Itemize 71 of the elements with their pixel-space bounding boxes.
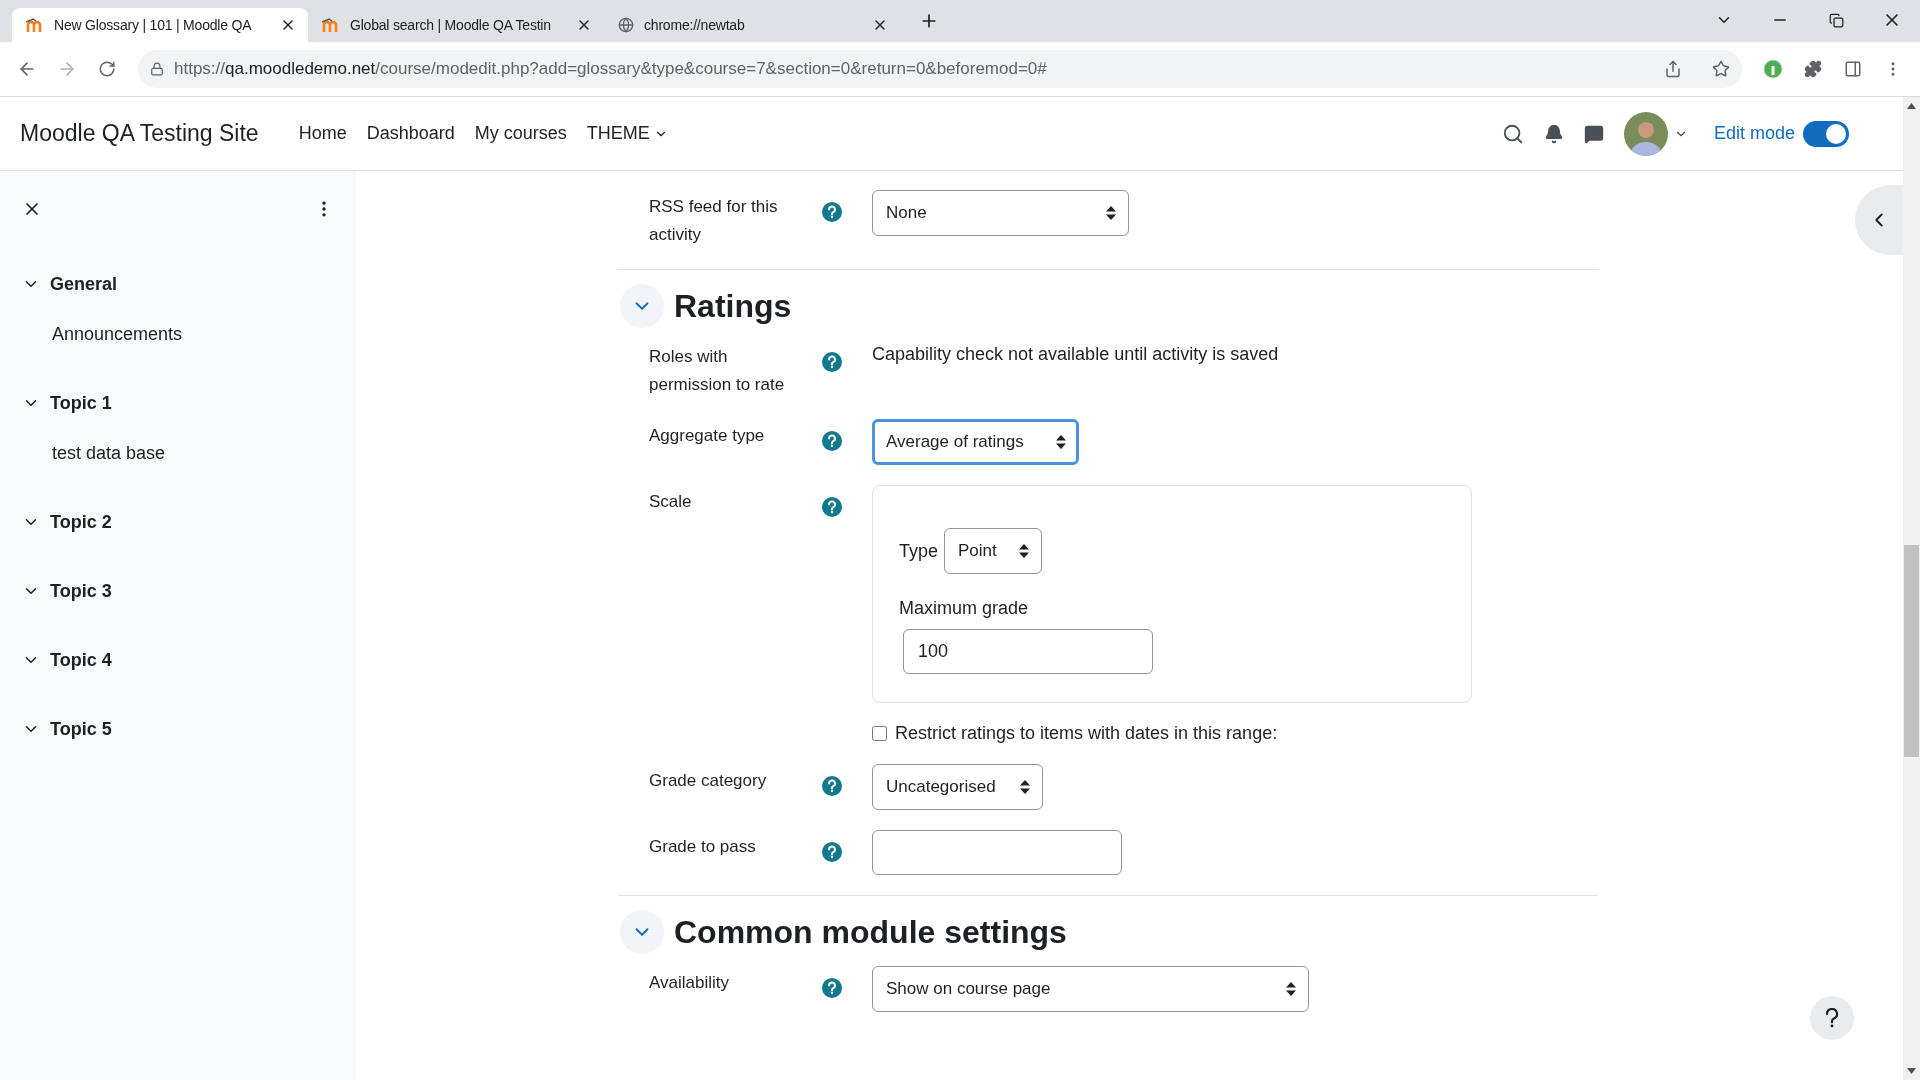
scrollbar-thumb[interactable] <box>1904 545 1919 757</box>
help-icon[interactable] <box>822 352 842 372</box>
help-icon[interactable] <box>822 431 842 451</box>
reload-icon[interactable] <box>98 60 116 78</box>
chat-icon[interactable] <box>1583 123 1604 144</box>
sidebar-section[interactable]: Topic 2 <box>0 502 356 542</box>
sidebar-section[interactable]: General <box>0 264 356 304</box>
nav-link[interactable]: Dashboard <box>366 123 455 144</box>
drawer-toggle[interactable] <box>1855 185 1903 255</box>
updown-caret-icon <box>1286 982 1296 996</box>
select-field[interactable]: Point <box>944 528 1043 574</box>
help-icon[interactable] <box>822 776 842 796</box>
edit-mode-toggle[interactable] <box>1803 120 1849 147</box>
question-icon <box>1824 1008 1840 1028</box>
select-field[interactable]: Average of ratings <box>872 419 1079 465</box>
field-label: Availability <box>649 972 730 994</box>
extension-icon[interactable] <box>1763 59 1783 79</box>
star-icon[interactable] <box>1712 60 1730 78</box>
restore-icon[interactable] <box>1828 12 1844 28</box>
sidebar-item[interactable]: test data base <box>0 433 356 473</box>
sidebar-section[interactable]: Topic 1 <box>0 383 356 423</box>
hat-logo-icon <box>26 18 44 32</box>
updown-caret-icon <box>1106 206 1116 220</box>
site-name[interactable]: Moodle QA Testing Site <box>20 120 259 147</box>
field-label: Roles with permission to rate <box>649 346 786 396</box>
search-icon[interactable] <box>1501 122 1524 145</box>
input-field[interactable]: 100 <box>903 629 1153 674</box>
field-label: Grade to pass <box>649 836 757 858</box>
updown-caret-icon <box>1020 780 1030 794</box>
updown-caret-icon <box>1056 435 1066 449</box>
globe-icon <box>618 17 634 33</box>
updown-caret-icon <box>1019 544 1030 558</box>
bell-icon[interactable] <box>1543 123 1564 144</box>
nav-link[interactable]: My courses <box>474 123 567 144</box>
select-field[interactable]: Show on course page <box>872 966 1309 1012</box>
side-panel-icon[interactable] <box>1844 60 1862 78</box>
sidebar-item[interactable]: Announcements <box>0 314 356 354</box>
select-field[interactable]: None <box>872 190 1129 236</box>
static-text: Capability check not available until activity is saved <box>872 343 1280 366</box>
hat-logo-icon <box>322 18 340 32</box>
checkbox[interactable] <box>872 726 887 741</box>
help-icon[interactable] <box>822 497 842 517</box>
browser-tab[interactable]: Global search | Moodle QA Testin <box>308 8 604 42</box>
field-label: Grade category <box>649 770 768 792</box>
puzzle-icon[interactable] <box>1804 60 1822 78</box>
sidebar-section[interactable]: Topic 3 <box>0 571 356 611</box>
edit-mode-label: Edit mode <box>1713 123 1795 144</box>
sidebar-section[interactable]: Topic 5 <box>0 709 356 749</box>
browser-tab[interactable]: New Glossary | 101 | Moodle QA <box>12 8 308 42</box>
help-icon[interactable] <box>822 842 842 862</box>
field-label: Maximum grade <box>899 598 1030 619</box>
help-icon[interactable] <box>822 202 842 222</box>
share-icon[interactable] <box>1664 60 1682 78</box>
scroll-down-icon[interactable] <box>1907 1068 1916 1074</box>
select-field[interactable]: Uncategorised <box>872 764 1043 810</box>
type-label: Type <box>899 540 939 562</box>
help-icon[interactable] <box>822 978 842 998</box>
field-label: Aggregate type <box>649 425 766 447</box>
browser-tab[interactable]: chrome://newtab <box>604 8 900 42</box>
field-label: RSS feed for this activity <box>649 196 779 246</box>
section-title: Common module settings <box>674 913 1067 951</box>
section-title: Ratings <box>674 287 792 325</box>
lock-icon <box>150 62 164 76</box>
scroll-up-icon[interactable] <box>1907 103 1916 109</box>
field-label: Scale <box>649 491 693 513</box>
nav-link[interactable]: THEME <box>586 123 668 144</box>
help-button[interactable] <box>1810 996 1854 1040</box>
nav-link[interactable]: Home <box>298 123 347 144</box>
checkbox-label: Restrict ratings to items with dates in this range: <box>895 723 1278 744</box>
input-field[interactable] <box>872 830 1122 875</box>
sidebar-section[interactable]: Topic 4 <box>0 640 356 680</box>
